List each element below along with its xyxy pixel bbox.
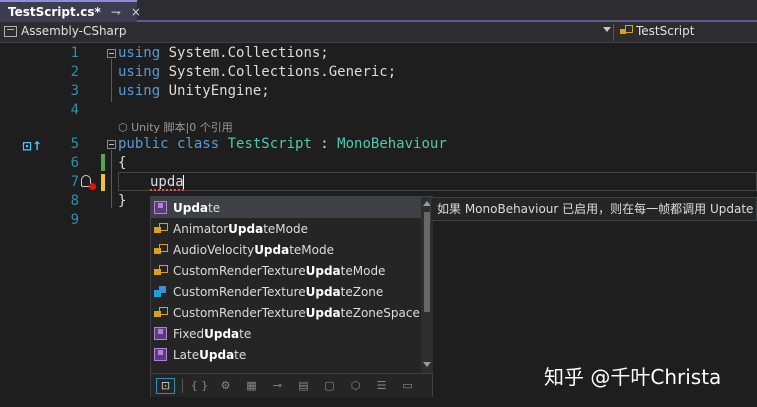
scroll-down-icon[interactable] (423, 362, 431, 367)
error-squiggle (150, 189, 184, 191)
watermark: 知乎 @千叶Christa (544, 365, 722, 389)
line-number: 3 (70, 83, 79, 99)
completion-item[interactable]: CustomRenderTexture Upda teZoneSpace (151, 302, 421, 323)
code-text: using UnityEngine; (118, 83, 270, 99)
struct-icon (154, 285, 167, 298)
code-line: 3 using UnityEngine; (0, 82, 757, 101)
code-text: public class TestScript : MonoBehaviour (118, 136, 447, 152)
type-name: TestScript (636, 24, 695, 38)
completion-item[interactable]: Fixed Upda te (151, 323, 421, 344)
tab-title: TestScript.cs* (8, 5, 101, 19)
close-icon[interactable]: × (131, 5, 141, 19)
method-cube-icon (154, 348, 167, 361)
enum-icon (154, 264, 168, 277)
delegate-filter-icon[interactable]: ▢ (320, 378, 339, 394)
navigation-bar: Assembly-CSharp TestScript (0, 22, 757, 43)
line-number: 7 (70, 174, 79, 190)
completion-item[interactable]: Animator Upda teMode (151, 218, 421, 239)
code-line: 2 using System.Collections.Generic; (0, 63, 757, 82)
line-number: 8 (70, 193, 79, 209)
class-icon (620, 25, 633, 37)
code-text: using System.Collections.Generic; (118, 64, 397, 80)
line-number: 1 (70, 45, 79, 61)
keyword-filter-icon[interactable]: ☰ (372, 378, 391, 394)
code-line: 7 upda (0, 173, 757, 192)
code-text: { (118, 155, 127, 171)
quick-info-tooltip: 如果 MonoBehaviour 已启用，则在每一帧都调用 Update (430, 197, 757, 221)
chevron-down-icon[interactable] (603, 27, 611, 32)
project-dropdown[interactable]: Assembly-CSharp (4, 24, 126, 38)
completion-filter-bar: ⊡ { } ⚙ ▦ ⊸ ▤ ▢ ⬡ ☰ ▭ (151, 373, 432, 397)
code-line: 4 (0, 101, 757, 120)
method-cube-icon (154, 201, 167, 214)
line-number: 9 (70, 212, 79, 228)
code-text: using System.Collections; (118, 45, 329, 61)
namespace-filter-icon[interactable]: { } (190, 378, 209, 394)
pin-icon[interactable]: ⇁ (111, 5, 121, 19)
class-filter-icon[interactable]: ⚙ (216, 378, 235, 394)
completion-item[interactable]: CustomRenderTexture Upda teMode (151, 260, 421, 281)
project-icon (4, 25, 17, 37)
expand-filter-icon[interactable]: ⊡ (156, 377, 175, 394)
line-number: 5 (70, 136, 79, 152)
code-line: 1 using System.Collections; (0, 44, 757, 63)
completion-item[interactable]: CustomRenderTexture Upda teZone (151, 281, 421, 302)
completion-item[interactable]: Upda te (151, 197, 421, 218)
enum-icon (154, 306, 168, 319)
enum-icon (154, 243, 168, 256)
method-cube-icon (154, 327, 167, 340)
completion-scrollbar[interactable] (421, 197, 433, 373)
line-number: 6 (70, 155, 79, 171)
completion-list: Upda te Animator Upda teMode AudioVelocity U… (151, 197, 421, 365)
type-dropdown[interactable]: TestScript (620, 24, 694, 38)
project-name: Assembly-CSharp (21, 24, 127, 38)
scroll-thumb[interactable] (424, 212, 430, 312)
tab-testscript[interactable]: TestScript.cs* ⇁ × (0, 0, 141, 22)
line-number: 4 (70, 102, 79, 118)
struct-filter-icon[interactable]: ▦ (242, 378, 261, 394)
document-tab-strip: TestScript.cs* ⇁ × (0, 0, 757, 22)
completion-item[interactable]: Late Upda te (151, 344, 421, 365)
enum-filter-icon[interactable]: ▤ (294, 378, 313, 394)
method-filter-icon[interactable]: ⬡ (346, 378, 365, 394)
completion-item[interactable]: AudioVelocity Upda teMode (151, 239, 421, 260)
code-line: 5 public class TestScript : MonoBehaviou… (0, 135, 757, 154)
error-icon (89, 183, 96, 190)
navbar-divider (613, 24, 614, 41)
text-caret (183, 175, 184, 190)
filter-divider (182, 378, 183, 393)
snippet-filter-icon[interactable]: ▭ (398, 378, 417, 394)
enum-icon (154, 222, 168, 235)
code-line: 6 { (0, 154, 757, 173)
code-text: } (118, 193, 127, 209)
line-number: 2 (70, 64, 79, 80)
intellisense-popup: Upda te Animator Upda teMode AudioVelocity U… (150, 196, 433, 397)
interface-filter-icon[interactable]: ⊸ (268, 378, 287, 394)
